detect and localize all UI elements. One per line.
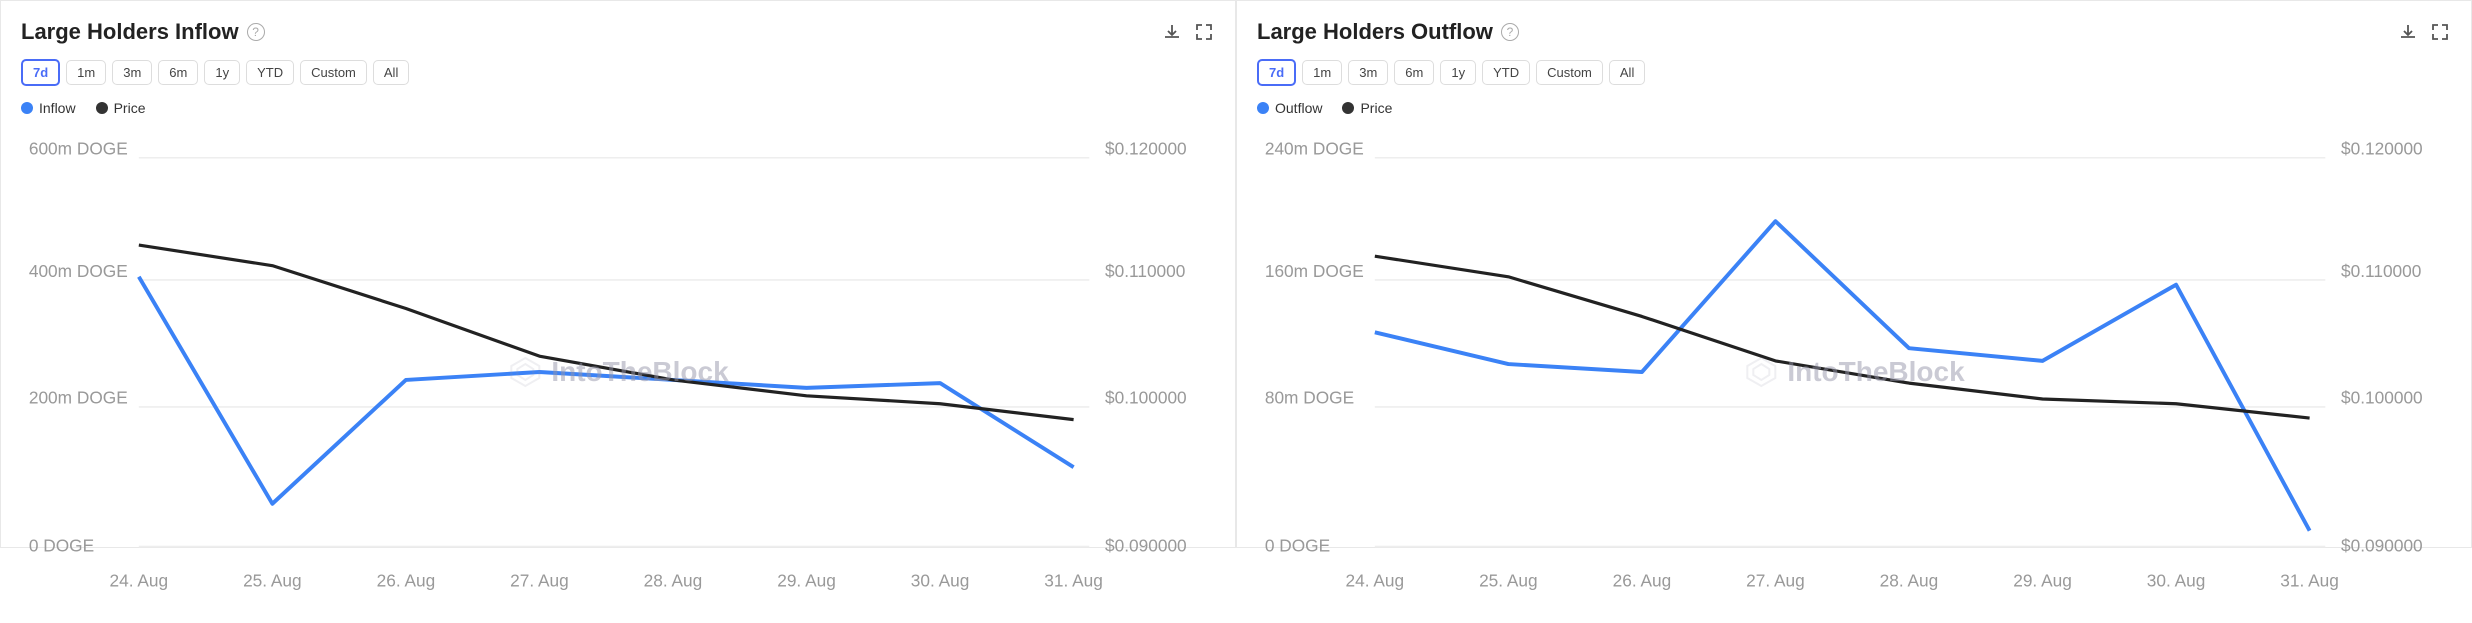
svg-text:31. Aug: 31. Aug [1044, 570, 1103, 590]
svg-text:0 DOGE: 0 DOGE [1265, 535, 1330, 555]
legend-dot-price-outflow [1342, 102, 1354, 114]
filter-ytd-outflow[interactable]: YTD [1482, 60, 1530, 85]
svg-text:30. Aug: 30. Aug [911, 570, 970, 590]
filter-7d-inflow[interactable]: 7d [21, 59, 60, 86]
time-filters-outflow: 7d 1m 3m 6m 1y YTD Custom All [1257, 59, 2451, 86]
svg-text:30. Aug: 30. Aug [2147, 570, 2206, 590]
svg-text:28. Aug: 28. Aug [644, 570, 703, 590]
svg-text:$0.110000: $0.110000 [1105, 261, 1185, 281]
svg-text:27. Aug: 27. Aug [510, 570, 569, 590]
filter-all-inflow[interactable]: All [373, 60, 409, 85]
legend-item-outflow: Outflow [1257, 100, 1322, 116]
svg-text:$0.090000: $0.090000 [2341, 535, 2423, 555]
svg-text:25. Aug: 25. Aug [243, 570, 302, 590]
filter-1m-outflow[interactable]: 1m [1302, 60, 1342, 85]
svg-text:$0.100000: $0.100000 [2341, 388, 2423, 408]
svg-text:25. Aug: 25. Aug [1479, 570, 1538, 590]
legend-label-price-outflow: Price [1360, 100, 1392, 116]
filter-all-outflow[interactable]: All [1609, 60, 1645, 85]
legend-label-inflow: Inflow [39, 100, 76, 116]
svg-text:27. Aug: 27. Aug [1746, 570, 1805, 590]
filter-6m-inflow[interactable]: 6m [158, 60, 198, 85]
filter-custom-inflow[interactable]: Custom [300, 60, 367, 85]
svg-text:26. Aug: 26. Aug [377, 570, 436, 590]
legend-label-price-inflow: Price [114, 100, 146, 116]
filter-1y-outflow[interactable]: 1y [1440, 60, 1476, 85]
legend-item-price-outflow: Price [1342, 100, 1392, 116]
legend-item-price-inflow: Price [96, 100, 146, 116]
filter-3m-outflow[interactable]: 3m [1348, 60, 1388, 85]
svg-text:26. Aug: 26. Aug [1613, 570, 1672, 590]
filter-ytd-inflow[interactable]: YTD [246, 60, 294, 85]
svg-text:160m DOGE: 160m DOGE [1265, 261, 1364, 281]
filter-1y-inflow[interactable]: 1y [204, 60, 240, 85]
svg-text:400m DOGE: 400m DOGE [29, 261, 128, 281]
svg-text:200m DOGE: 200m DOGE [29, 388, 128, 408]
title-group-outflow: Large Holders Outflow ? [1257, 19, 1519, 45]
time-filters-inflow: 7d 1m 3m 6m 1y YTD Custom All [21, 59, 1215, 86]
legend-label-outflow: Outflow [1275, 100, 1322, 116]
filter-1m-inflow[interactable]: 1m [66, 60, 106, 85]
filter-7d-outflow[interactable]: 7d [1257, 59, 1296, 86]
inflow-panel: Large Holders Inflow ? 7d 1m 3m 6m 1y YT… [0, 0, 1236, 548]
svg-text:600m DOGE: 600m DOGE [29, 138, 128, 158]
panel-header-inflow: Large Holders Inflow ? [21, 19, 1215, 45]
download-icon-outflow[interactable] [2397, 21, 2419, 43]
expand-icon-outflow[interactable] [2429, 21, 2451, 43]
svg-text:24. Aug: 24. Aug [110, 570, 169, 590]
help-icon-inflow[interactable]: ? [247, 23, 265, 41]
filter-6m-outflow[interactable]: 6m [1394, 60, 1434, 85]
svg-text:0 DOGE: 0 DOGE [29, 535, 94, 555]
legend-inflow: Inflow Price [21, 100, 1215, 116]
svg-text:$0.100000: $0.100000 [1105, 388, 1187, 408]
panel-title-inflow: Large Holders Inflow [21, 19, 239, 45]
svg-text:$0.090000: $0.090000 [1105, 535, 1187, 555]
legend-item-inflow: Inflow [21, 100, 76, 116]
svg-text:80m DOGE: 80m DOGE [1265, 388, 1354, 408]
legend-dot-price-inflow [96, 102, 108, 114]
legend-outflow: Outflow Price [1257, 100, 2451, 116]
svg-text:31. Aug: 31. Aug [2280, 570, 2339, 590]
chart-svg-outflow: 240m DOGE 160m DOGE 80m DOGE 0 DOGE $0.1… [1257, 126, 2451, 618]
download-icon-inflow[interactable] [1161, 21, 1183, 43]
svg-text:$0.110000: $0.110000 [2341, 261, 2421, 281]
panel-header-outflow: Large Holders Outflow ? [1257, 19, 2451, 45]
svg-text:24. Aug: 24. Aug [1346, 570, 1405, 590]
svg-text:28. Aug: 28. Aug [1880, 570, 1939, 590]
filter-custom-outflow[interactable]: Custom [1536, 60, 1603, 85]
chart-svg-inflow: 600m DOGE 400m DOGE 200m DOGE 0 DOGE $0.… [21, 126, 1215, 618]
svg-text:$0.120000: $0.120000 [1105, 138, 1187, 158]
svg-text:29. Aug: 29. Aug [2013, 570, 2072, 590]
panel-title-outflow: Large Holders Outflow [1257, 19, 1493, 45]
svg-text:240m DOGE: 240m DOGE [1265, 138, 1364, 158]
outflow-panel: Large Holders Outflow ? 7d 1m 3m 6m 1y Y… [1236, 0, 2472, 548]
expand-icon-inflow[interactable] [1193, 21, 1215, 43]
legend-dot-outflow [1257, 102, 1269, 114]
svg-text:$0.120000: $0.120000 [2341, 138, 2423, 158]
filter-3m-inflow[interactable]: 3m [112, 60, 152, 85]
legend-dot-inflow [21, 102, 33, 114]
panel-actions-outflow [2397, 21, 2451, 43]
title-group-inflow: Large Holders Inflow ? [21, 19, 265, 45]
chart-area-outflow: IntoTheBlock 240m DOGE 160m DOGE 80m DOG… [1257, 126, 2451, 618]
panel-actions-inflow [1161, 21, 1215, 43]
svg-text:29. Aug: 29. Aug [777, 570, 836, 590]
help-icon-outflow[interactable]: ? [1501, 23, 1519, 41]
chart-area-inflow: IntoTheBlock 600m DOGE 400m DOGE 200m DO… [21, 126, 1215, 618]
